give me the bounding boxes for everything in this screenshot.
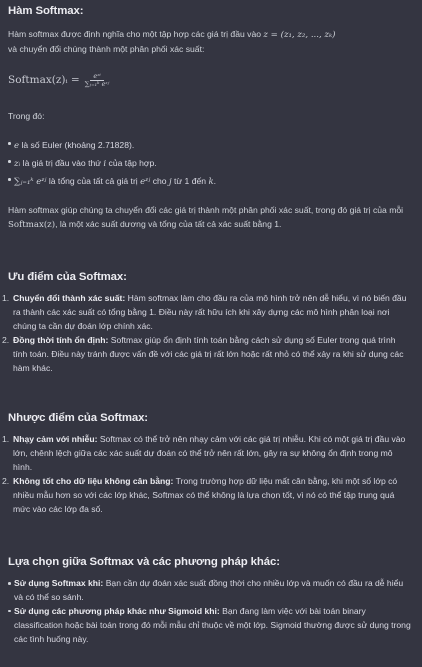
list-marker: 1. bbox=[2, 434, 10, 444]
item-heading: Nhạy cảm với nhiễu: bbox=[13, 434, 98, 444]
response-content: Hàm Softmax: Hàm softmax được định nghĩa… bbox=[0, 0, 422, 667]
section-title-advantages: Ưu điểm của Softmax: bbox=[8, 271, 127, 283]
summary-text-b: , là một xác suất dương và tổng của tất … bbox=[55, 218, 282, 229]
bullet-text: của tập hợp. bbox=[106, 158, 157, 168]
item-heading: Sử dụng các phương pháp khác như Sigmoid… bbox=[14, 605, 220, 616]
item-heading: Chuyển đổi thành xác suất: bbox=[13, 293, 126, 303]
formula-denominator: ∑ⱼ₌₁ᵏ eᶻʲ bbox=[84, 80, 110, 88]
list-marker: 1. bbox=[2, 293, 10, 303]
intro-text-a: Hàm softmax được định nghĩa cho một tập … bbox=[8, 29, 264, 39]
where-label: Trong đó: bbox=[8, 111, 45, 121]
list-item: 2. Đồng thời tính ổn định: Softmax giúp ổ… bbox=[2, 334, 412, 376]
bullet-text: là tổng của tất cả giá trị bbox=[46, 176, 141, 186]
advantages-list: 1. Chuyển đổi thành xác suất: Hàm softmax… bbox=[2, 292, 412, 376]
formula-lhs: Softmax(z)ᵢ = bbox=[8, 74, 80, 86]
softmax-formula: Softmax(z)ᵢ = eᶻⁱ ∑ⱼ₌₁ᵏ eᶻʲ bbox=[8, 72, 111, 89]
bullet-text: từ 1 đến bbox=[171, 176, 209, 186]
list-item: 1. Chuyển đổi thành xác suất: Hàm softmax… bbox=[2, 292, 412, 334]
bullet-text: là số Euler (khoảng 2.71828). bbox=[19, 140, 135, 150]
bullet-text: . bbox=[213, 176, 217, 186]
bullet-text: cho bbox=[150, 176, 169, 186]
item-heading: Sử dụng Softmax khi: bbox=[14, 578, 104, 588]
section-title-disadvantages: Nhược điểm của Softmax: bbox=[8, 412, 149, 424]
intro-text-b: và chuyển đổi chúng thành một phân phối … bbox=[8, 43, 205, 54]
bullet-math: ∑ⱼ₌₁ᵏ eᶻʲ bbox=[14, 177, 47, 187]
item-heading: Đồng thời tính ổn định: bbox=[13, 334, 109, 345]
bullet-text: là giá trị đầu vào thứ bbox=[20, 158, 104, 168]
intro-math: z = (z₁, z₂, ..., zₖ) bbox=[263, 30, 336, 40]
item-heading: Không tốt cho dữ liệu không cân bằng: bbox=[13, 475, 174, 486]
list-marker: 2. bbox=[2, 475, 10, 486]
list-marker: 2. bbox=[2, 334, 10, 345]
list-item: Sử dụng các phương pháp khác như Sigmoid… bbox=[8, 605, 412, 647]
summary-paragraph: Hàm softmax giúp chúng ta chuyển đổi các… bbox=[8, 204, 413, 233]
summary-math: Softmax(z) bbox=[8, 219, 56, 230]
definition-list: e là số Euler (khoảng 2.71828). zᵢ là gi… bbox=[8, 137, 408, 191]
list-item: 1. Nhạy cảm với nhiễu: Softmax có thể trở… bbox=[2, 433, 412, 475]
formula-fraction: eᶻⁱ ∑ⱼ₌₁ᵏ eᶻʲ bbox=[83, 72, 112, 89]
disadvantages-list: 1. Nhạy cảm với nhiễu: Softmax có thể trở… bbox=[2, 433, 412, 517]
section-title-softmax: Hàm Softmax: bbox=[8, 5, 84, 17]
bullet-math: eᶻʲ bbox=[140, 177, 151, 187]
list-item: ∑ⱼ₌₁ᵏ eᶻʲ là tổng của tất cả giá trị eᶻʲ… bbox=[8, 173, 408, 191]
list-item: 2. Không tốt cho dữ liệu không cân bằng: … bbox=[2, 475, 412, 517]
list-item: e là số Euler (khoảng 2.71828). bbox=[8, 137, 408, 155]
choice-list: Sử dụng Softmax khi: Bạn cần dự đoán xác… bbox=[8, 577, 412, 647]
list-item: Sử dụng Softmax khi: Bạn cần dự đoán xác… bbox=[8, 577, 412, 605]
intro-paragraph: Hàm softmax được định nghĩa cho một tập … bbox=[8, 28, 413, 57]
list-item: zᵢ là giá trị đầu vào thứ i của tập hợp. bbox=[8, 155, 408, 173]
section-title-choice: Lựa chọn giữa Softmax và các phương pháp… bbox=[8, 556, 280, 568]
summary-text-a: Hàm softmax giúp chúng ta chuyển đổi các… bbox=[8, 205, 404, 215]
